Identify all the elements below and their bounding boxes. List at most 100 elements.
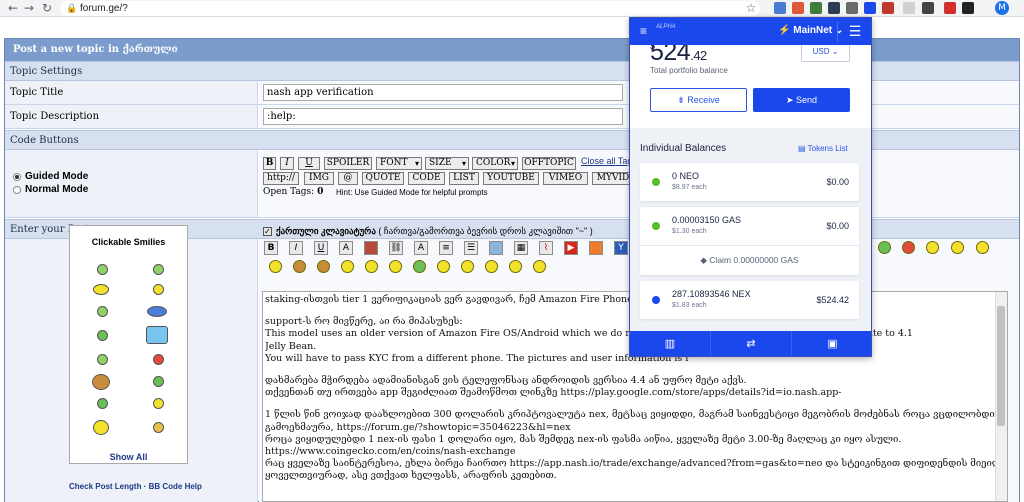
list-icon[interactable]: ☰: [464, 241, 478, 255]
smiley-icon[interactable]: [153, 398, 164, 409]
reload-icon[interactable]: ↻: [40, 1, 54, 15]
spoiler-button[interactable]: SPOILER: [324, 157, 372, 170]
topic-desc-input[interactable]: :help:: [263, 108, 623, 125]
guided-mode-radio[interactable]: [13, 173, 21, 181]
underline-button[interactable]: U: [298, 157, 320, 170]
smiley-icon[interactable]: [365, 260, 378, 273]
smiley-icon[interactable]: [389, 260, 402, 273]
smiley-icon[interactable]: [413, 260, 426, 273]
smiley-icon[interactable]: [902, 241, 915, 254]
italic-icon[interactable]: I: [289, 241, 303, 255]
extension-icon[interactable]: [882, 2, 894, 14]
nash-extension-icon[interactable]: [864, 2, 876, 14]
smiley-icon[interactable]: [97, 306, 108, 317]
offtopic-button[interactable]: OFFTOPIC: [522, 157, 576, 170]
show-all-link[interactable]: Show All: [70, 452, 187, 462]
profile-avatar[interactable]: M: [995, 1, 1009, 15]
smiley-icon[interactable]: [93, 420, 109, 435]
img-button[interactable]: IMG: [304, 172, 334, 185]
extension-icon[interactable]: [846, 2, 858, 14]
tab-portfolio-chart-icon[interactable]: ▥: [630, 331, 711, 356]
smiley-icon[interactable]: [926, 241, 939, 254]
at-button[interactable]: @: [338, 172, 358, 185]
send-button[interactable]: ➤ Send: [753, 88, 850, 112]
currency-select[interactable]: USD ⌄: [801, 42, 850, 62]
editor-scrollbar[interactable]: [995, 292, 1007, 501]
smiley-icon[interactable]: [341, 260, 354, 273]
menu-icon[interactable]: ☰: [848, 24, 862, 38]
tokens-list-link[interactable]: ▤ Tokens List: [798, 144, 848, 153]
bookmark-star-icon[interactable]: ☆: [744, 1, 758, 15]
scrollbar-thumb[interactable]: [997, 306, 1005, 426]
table-icon[interactable]: ▦: [514, 241, 528, 255]
georgian-keyboard-checkbox[interactable]: ✓: [263, 227, 272, 236]
smiley-icon[interactable]: [951, 241, 964, 254]
smiley-icon[interactable]: [97, 264, 108, 275]
http-button[interactable]: http://: [263, 172, 299, 185]
smiley-icon[interactable]: [317, 260, 330, 273]
smiley-icon[interactable]: [153, 264, 164, 275]
extension-icon[interactable]: [774, 2, 786, 14]
token-card-nex[interactable]: 287.10893546 NEX $1.83 each $524.42: [640, 281, 859, 319]
extension-icon[interactable]: [922, 2, 934, 14]
smiley-icon[interactable]: [97, 354, 108, 365]
smiley-icon[interactable]: [153, 354, 164, 365]
extension-icon[interactable]: [903, 2, 915, 14]
link-icon[interactable]: ⛓: [389, 241, 403, 255]
normal-mode-radio[interactable]: [13, 186, 21, 194]
smiley-icon[interactable]: [485, 260, 498, 273]
picture-icon[interactable]: [489, 241, 503, 255]
smiley-icon[interactable]: [269, 260, 282, 273]
smiley-icon[interactable]: [461, 260, 474, 273]
back-icon[interactable]: ←: [6, 1, 20, 15]
smiley-icon[interactable]: [153, 284, 164, 295]
smiley-icon[interactable]: [146, 326, 168, 344]
strike-icon[interactable]: A: [339, 241, 353, 255]
extension-icon[interactable]: [810, 2, 822, 14]
token-card-neo[interactable]: 0 NEO $8.97 each $0.00: [640, 163, 859, 201]
smiley-icon[interactable]: [147, 306, 167, 317]
youtube-icon[interactable]: ▶: [564, 241, 578, 255]
smiley-icon[interactable]: [92, 374, 110, 390]
receive-button[interactable]: ⇟ Receive: [650, 88, 747, 112]
extension-icon[interactable]: [944, 2, 956, 14]
vimeo-button[interactable]: VIMEO: [543, 172, 588, 185]
smiley-icon[interactable]: [533, 260, 546, 273]
extension-icon[interactable]: [792, 2, 804, 14]
smiley-icon[interactable]: [97, 330, 108, 341]
smiley-icon[interactable]: [976, 241, 989, 254]
chart-icon[interactable]: ⌇: [539, 241, 553, 255]
extension-icon[interactable]: [962, 2, 974, 14]
font-icon[interactable]: A: [414, 241, 428, 255]
quote-button[interactable]: QUOTE: [362, 172, 404, 185]
list-button[interactable]: LIST: [449, 172, 479, 185]
smiley-icon[interactable]: [97, 398, 108, 409]
bold-button[interactable]: B: [263, 157, 276, 170]
smiley-icon[interactable]: [93, 284, 109, 295]
video-icon[interactable]: Y: [614, 241, 628, 255]
wallet-scrollbar-thumb[interactable]: [871, 58, 872, 258]
underline-icon[interactable]: U: [314, 241, 328, 255]
smiley-icon[interactable]: [153, 422, 164, 433]
extension-icon[interactable]: [828, 2, 840, 14]
forward-icon[interactable]: →: [22, 1, 36, 15]
code-button[interactable]: CODE: [408, 172, 445, 185]
italic-button[interactable]: I: [280, 157, 294, 170]
bold-icon[interactable]: B: [264, 241, 278, 255]
token-card-gas[interactable]: 0.00003150 GAS $1.30 each $0.00 ◆ Claim …: [640, 207, 859, 275]
font-select[interactable]: FONT: [376, 157, 422, 170]
color-select[interactable]: COLOR: [472, 157, 518, 170]
check-post-length-link[interactable]: Check Post Length · BB Code Help: [69, 482, 202, 491]
align-icon[interactable]: ≡: [439, 241, 453, 255]
smiley-icon[interactable]: [153, 376, 164, 387]
claim-gas-button[interactable]: ◆ Claim 0.00000000 GAS: [640, 255, 859, 266]
topic-title-input[interactable]: nash app verification: [263, 84, 623, 101]
network-selector[interactable]: ⚡ MainNet ⌄: [778, 25, 843, 36]
soundcloud-icon[interactable]: [589, 241, 603, 255]
smiley-icon[interactable]: [437, 260, 450, 273]
smiley-icon[interactable]: [878, 241, 891, 254]
myvid-button[interactable]: MYVID: [592, 172, 634, 185]
wallet-scrollbar[interactable]: [871, 45, 872, 331]
youtube-button[interactable]: YOUTUBE: [483, 172, 539, 185]
tab-exchange-arrows-icon[interactable]: ⇄: [711, 331, 792, 356]
